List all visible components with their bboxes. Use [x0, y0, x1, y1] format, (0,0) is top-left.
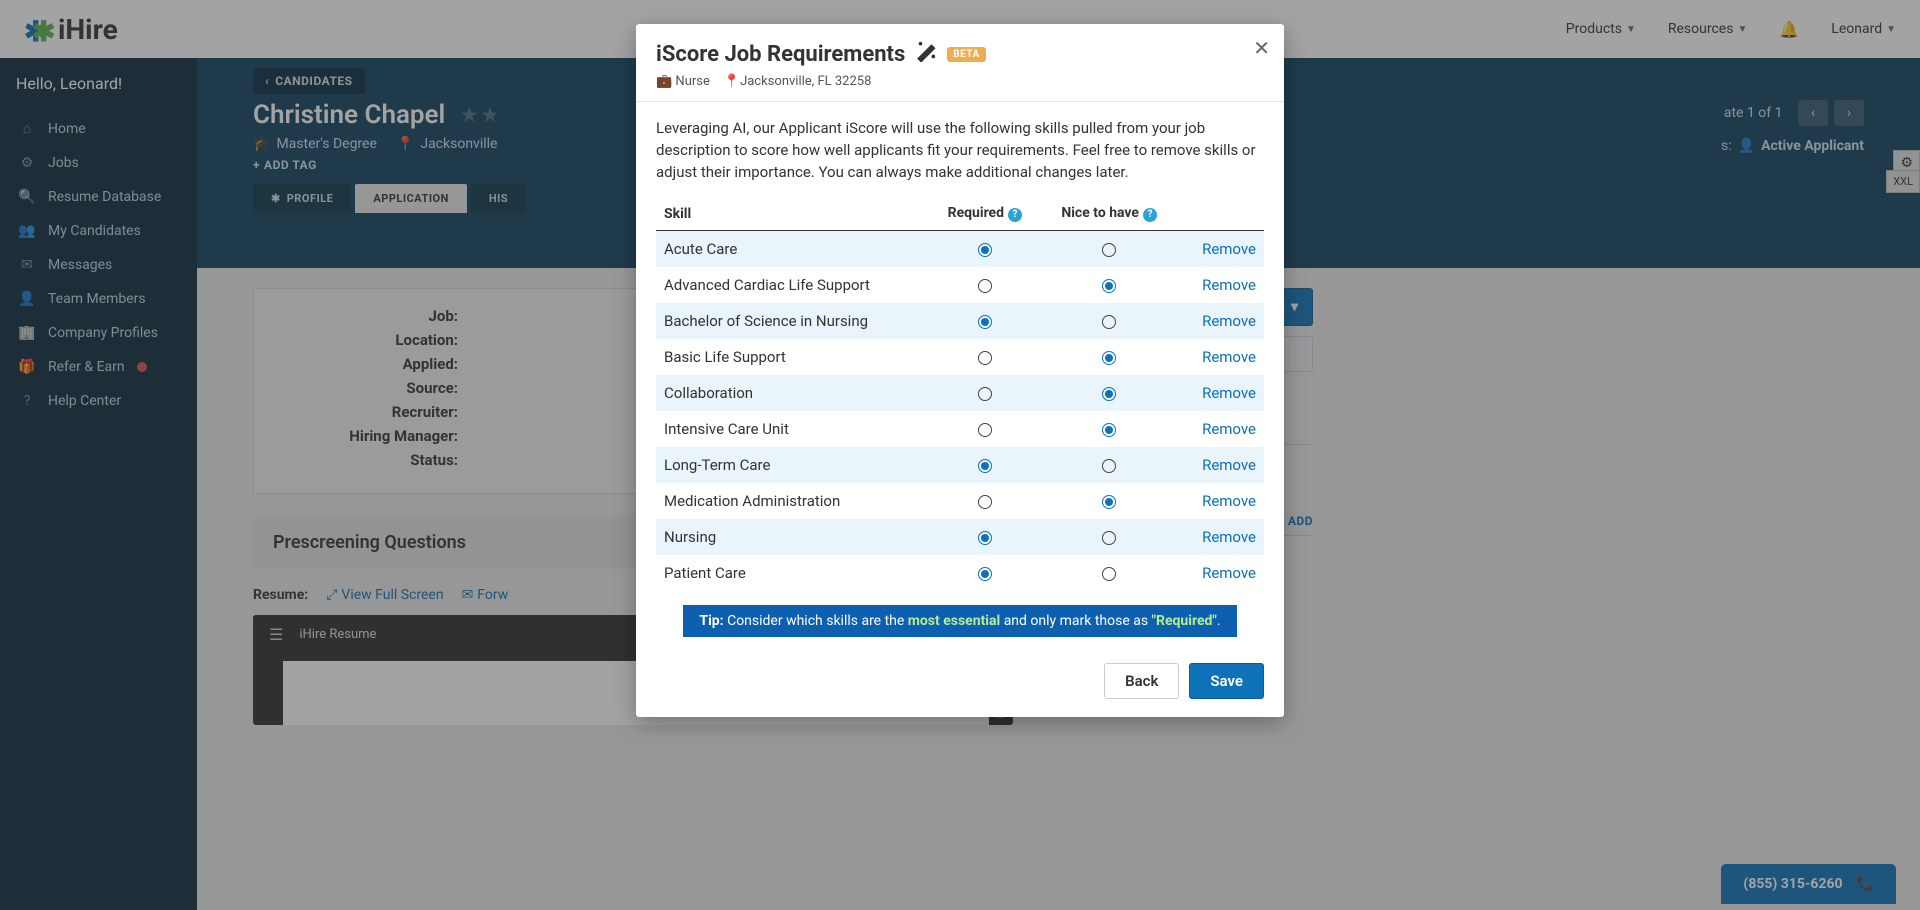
remove-link[interactable]: Remove — [1178, 339, 1264, 375]
skills-table: Skill Required? Nice to have? Acute Care… — [656, 197, 1264, 591]
col-nice: Nice to have? — [1040, 197, 1177, 231]
remove-link[interactable]: Remove — [1178, 555, 1264, 591]
modal-location: Jacksonville, FL 32258 — [740, 74, 871, 89]
skill-row: Acute Care Remove — [656, 231, 1264, 268]
col-required: Required? — [929, 197, 1040, 231]
skill-name: Patient Care — [656, 555, 929, 591]
modal-footer: Back Save — [636, 649, 1284, 717]
required-radio[interactable] — [978, 567, 992, 581]
skill-name: Medication Administration — [656, 483, 929, 519]
required-radio[interactable] — [978, 351, 992, 365]
skill-row: Nursing Remove — [656, 519, 1264, 555]
nice-radio[interactable] — [1102, 351, 1116, 365]
skill-name: Basic Life Support — [656, 339, 929, 375]
nice-radio[interactable] — [1102, 531, 1116, 545]
col-remove — [1178, 197, 1264, 231]
magic-wand-icon — [915, 40, 937, 68]
save-button[interactable]: Save — [1189, 663, 1264, 699]
nice-radio[interactable] — [1102, 459, 1116, 473]
skill-name: Nursing — [656, 519, 929, 555]
remove-link[interactable]: Remove — [1178, 411, 1264, 447]
skill-row: Advanced Cardiac Life Support Remove — [656, 267, 1264, 303]
modal-overlay: iScore Job Requirements BETA ✕ 💼 Nurse 📍… — [0, 0, 1920, 910]
required-radio[interactable] — [978, 243, 992, 257]
close-icon[interactable]: ✕ — [1253, 36, 1270, 60]
skill-row: Medication Administration Remove — [656, 483, 1264, 519]
skill-name: Long-Term Care — [656, 447, 929, 483]
skill-row: Basic Life Support Remove — [656, 339, 1264, 375]
skill-row: Bachelor of Science in Nursing Remove — [656, 303, 1264, 339]
skill-row: Intensive Care Unit Remove — [656, 411, 1264, 447]
skill-row: Long-Term Care Remove — [656, 447, 1264, 483]
modal-intro: Leveraging AI, our Applicant iScore will… — [656, 118, 1264, 183]
remove-link[interactable]: Remove — [1178, 519, 1264, 555]
skill-name: Bachelor of Science in Nursing — [656, 303, 929, 339]
skill-row: Patient Care Remove — [656, 555, 1264, 591]
help-icon[interactable]: ? — [1143, 208, 1157, 222]
briefcase-icon: 💼 Nurse — [656, 74, 710, 89]
modal-header: iScore Job Requirements BETA ✕ 💼 Nurse 📍… — [636, 24, 1284, 102]
required-radio[interactable] — [978, 459, 992, 473]
help-icon[interactable]: ? — [1008, 208, 1022, 222]
remove-link[interactable]: Remove — [1178, 231, 1264, 268]
required-radio[interactable] — [978, 495, 992, 509]
required-radio[interactable] — [978, 423, 992, 437]
remove-link[interactable]: Remove — [1178, 303, 1264, 339]
beta-badge: BETA — [947, 47, 986, 62]
nice-radio[interactable] — [1102, 567, 1116, 581]
modal-body: Leveraging AI, our Applicant iScore will… — [636, 102, 1284, 649]
nice-radio[interactable] — [1102, 279, 1116, 293]
back-button[interactable]: Back — [1104, 663, 1179, 699]
required-radio[interactable] — [978, 531, 992, 545]
nice-radio[interactable] — [1102, 423, 1116, 437]
modal-title: iScore Job Requirements — [656, 42, 905, 67]
skill-name: Acute Care — [656, 231, 929, 268]
skill-row: Collaboration Remove — [656, 375, 1264, 411]
skill-name: Collaboration — [656, 375, 929, 411]
remove-link[interactable]: Remove — [1178, 375, 1264, 411]
modal-subheader: 💼 Nurse 📍Jacksonville, FL 32258 — [656, 74, 1264, 89]
nice-radio[interactable] — [1102, 315, 1116, 329]
remove-link[interactable]: Remove — [1178, 267, 1264, 303]
required-radio[interactable] — [978, 279, 992, 293]
required-radio[interactable] — [978, 387, 992, 401]
remove-link[interactable]: Remove — [1178, 447, 1264, 483]
iscore-modal: iScore Job Requirements BETA ✕ 💼 Nurse 📍… — [636, 24, 1284, 717]
remove-link[interactable]: Remove — [1178, 483, 1264, 519]
modal-title-row: iScore Job Requirements BETA — [656, 40, 1264, 68]
nice-radio[interactable] — [1102, 495, 1116, 509]
tip-bar: Tip: Consider which skills are the most … — [683, 605, 1236, 637]
required-radio[interactable] — [978, 315, 992, 329]
skill-name: Intensive Care Unit — [656, 411, 929, 447]
col-skill: Skill — [656, 197, 929, 231]
nice-radio[interactable] — [1102, 387, 1116, 401]
pin-icon: 📍 — [724, 74, 740, 89]
skill-name: Advanced Cardiac Life Support — [656, 267, 929, 303]
nice-radio[interactable] — [1102, 243, 1116, 257]
